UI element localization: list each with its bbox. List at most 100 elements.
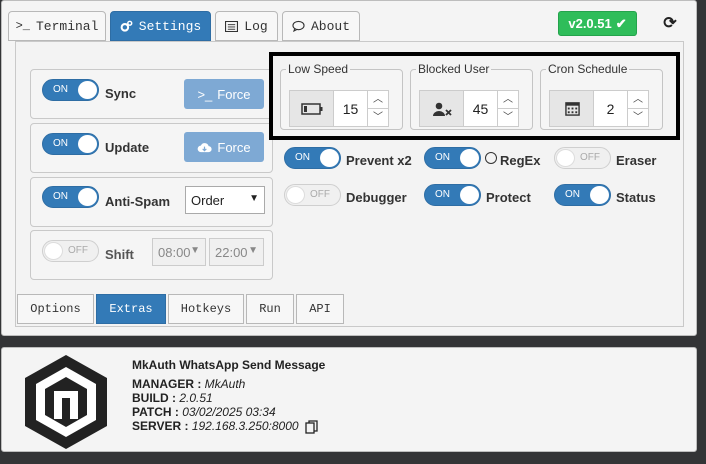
version-badge[interactable]: v2.0.51 ✔ xyxy=(558,11,637,36)
build-line: BUILD : 2.0.51 xyxy=(132,391,213,405)
spin-up-icon[interactable]: ︿ xyxy=(498,91,518,109)
version-text: v2.0.51 xyxy=(568,16,612,31)
regex-state: ON xyxy=(435,152,450,163)
app-title: MkAuth WhatsApp Send Message xyxy=(132,358,326,372)
tab-options[interactable]: Options xyxy=(17,294,94,324)
server-label: SERVER : xyxy=(132,419,189,433)
server-line: SERVER : 192.168.3.250:8000 xyxy=(132,419,318,434)
protect-label: Protect xyxy=(486,190,531,205)
prevent-x2-label: Prevent x2 xyxy=(346,153,412,168)
blocked-user-legend: Blocked User xyxy=(418,62,490,76)
tab-api[interactable]: API xyxy=(296,294,344,324)
status-toggle[interactable]: ON xyxy=(554,184,611,206)
spin-up-icon[interactable]: ︿ xyxy=(628,91,648,109)
sync-force-button[interactable]: >_ Force xyxy=(184,79,264,109)
update-toggle[interactable]: ON xyxy=(42,133,99,155)
prevent-x2-state: ON xyxy=(295,152,310,163)
spin-down-icon[interactable]: ﹀ xyxy=(368,109,388,127)
shift-start-select[interactable]: 08:00 ▼ xyxy=(152,238,206,266)
shift-end-select[interactable]: 22:00 ▼ xyxy=(209,238,264,266)
update-toggle-label: ON xyxy=(53,138,68,149)
low-speed-input[interactable]: 15 xyxy=(333,90,368,127)
sync-toggle[interactable]: ON xyxy=(42,79,99,101)
patch-value: 03/02/2025 03:34 xyxy=(182,405,276,419)
update-row: ON Update Force xyxy=(30,123,273,173)
spin-down-icon[interactable]: ﹀ xyxy=(498,109,518,127)
tab-extras[interactable]: Extras xyxy=(96,294,166,324)
comment-icon xyxy=(292,20,305,32)
tab-terminal[interactable]: >_ Terminal xyxy=(8,11,106,41)
status-label: Status xyxy=(616,190,656,205)
chevron-down-icon: ▼ xyxy=(249,193,259,204)
shift-start-value: 08:00 xyxy=(158,244,191,260)
blocked-user-spinner[interactable]: ︿ ﹀ xyxy=(497,90,519,127)
toggle-knob xyxy=(556,149,575,167)
antispam-order-value: Order xyxy=(191,192,225,208)
tab-settings-label: Settings xyxy=(138,18,202,34)
toggle-knob xyxy=(44,242,63,260)
chevron-down-icon: ▼ xyxy=(190,245,200,256)
sync-force-label: Force xyxy=(217,86,251,102)
shift-label: Shift xyxy=(105,247,134,262)
tab-run[interactable]: Run xyxy=(246,294,294,324)
toggle-knob xyxy=(78,81,97,99)
toggle-knob xyxy=(590,186,609,204)
list-icon xyxy=(225,20,239,32)
update-force-button[interactable]: Force xyxy=(184,132,264,162)
user-block-icon xyxy=(419,90,464,127)
eraser-toggle[interactable]: OFF xyxy=(554,147,611,169)
tab-settings[interactable]: Settings xyxy=(110,11,211,41)
sync-row: ON Sync >_ Force xyxy=(30,69,273,119)
eraser-state: OFF xyxy=(580,152,600,163)
regex-label: RegEx xyxy=(500,153,541,168)
tab-about[interactable]: About xyxy=(282,11,360,41)
debugger-label: Debugger xyxy=(346,190,407,205)
regex-toggle[interactable]: ON xyxy=(424,147,481,169)
mkauth-logo xyxy=(25,355,107,449)
build-value: 2.0.51 xyxy=(179,391,213,405)
antispam-toggle[interactable]: ON xyxy=(42,186,99,208)
low-speed-spinner[interactable]: ︿ ﹀ xyxy=(367,90,389,127)
tab-log[interactable]: Log xyxy=(215,11,278,41)
tab-hotkeys[interactable]: Hotkeys xyxy=(168,294,244,324)
update-label: Update xyxy=(105,140,150,155)
tab-terminal-label: Terminal xyxy=(35,18,99,34)
antispam-order-select[interactable]: Order ▼ xyxy=(185,186,265,214)
shift-toggle-label: OFF xyxy=(68,245,88,256)
antispam-row: ON Anti-Spam Order ▼ xyxy=(30,177,273,227)
copy-icon[interactable] xyxy=(305,420,318,434)
status-state: ON xyxy=(565,189,580,200)
cron-schedule-input[interactable]: 2 xyxy=(593,90,628,127)
cron-schedule-legend: Cron Schedule xyxy=(548,62,628,76)
cron-schedule-spinner[interactable]: ︿ ﹀ xyxy=(627,90,649,127)
debugger-state: OFF xyxy=(310,189,330,200)
cron-schedule-field: Cron Schedule 2 ︿ ﹀ xyxy=(540,62,663,130)
toggle-knob xyxy=(286,186,305,204)
protect-state: ON xyxy=(435,189,450,200)
refresh-icon[interactable]: ⟳ xyxy=(661,13,679,32)
toggle-knob xyxy=(78,188,97,206)
spin-down-icon[interactable]: ﹀ xyxy=(628,109,648,127)
sync-label: Sync xyxy=(105,86,137,101)
toggle-knob xyxy=(460,186,479,204)
toggle-knob xyxy=(460,149,479,167)
prevent-x2-toggle[interactable]: ON xyxy=(284,147,341,169)
tab-about-label: About xyxy=(310,18,350,34)
low-speed-field: Low Speed 15 ︿ ﹀ xyxy=(280,62,403,130)
battery-icon xyxy=(289,90,334,127)
eraser-label: Eraser xyxy=(616,153,657,168)
antispam-toggle-label: ON xyxy=(53,191,68,202)
toggle-knob xyxy=(78,135,97,153)
shift-toggle[interactable]: OFF xyxy=(42,240,99,262)
tab-log-label: Log xyxy=(244,18,268,34)
update-force-label: Force xyxy=(217,139,251,155)
shift-row: OFF Shift 08:00 ▼ 22:00 ▼ xyxy=(30,230,273,280)
patch-label: PATCH : xyxy=(132,405,179,419)
blocked-user-input[interactable]: 45 xyxy=(463,90,498,127)
calendar-icon xyxy=(549,90,594,127)
protect-toggle[interactable]: ON xyxy=(424,184,481,206)
manager-label: MANAGER : xyxy=(132,377,202,391)
cogs-icon xyxy=(120,20,133,32)
debugger-toggle[interactable]: OFF xyxy=(284,184,341,206)
spin-up-icon[interactable]: ︿ xyxy=(368,91,388,109)
